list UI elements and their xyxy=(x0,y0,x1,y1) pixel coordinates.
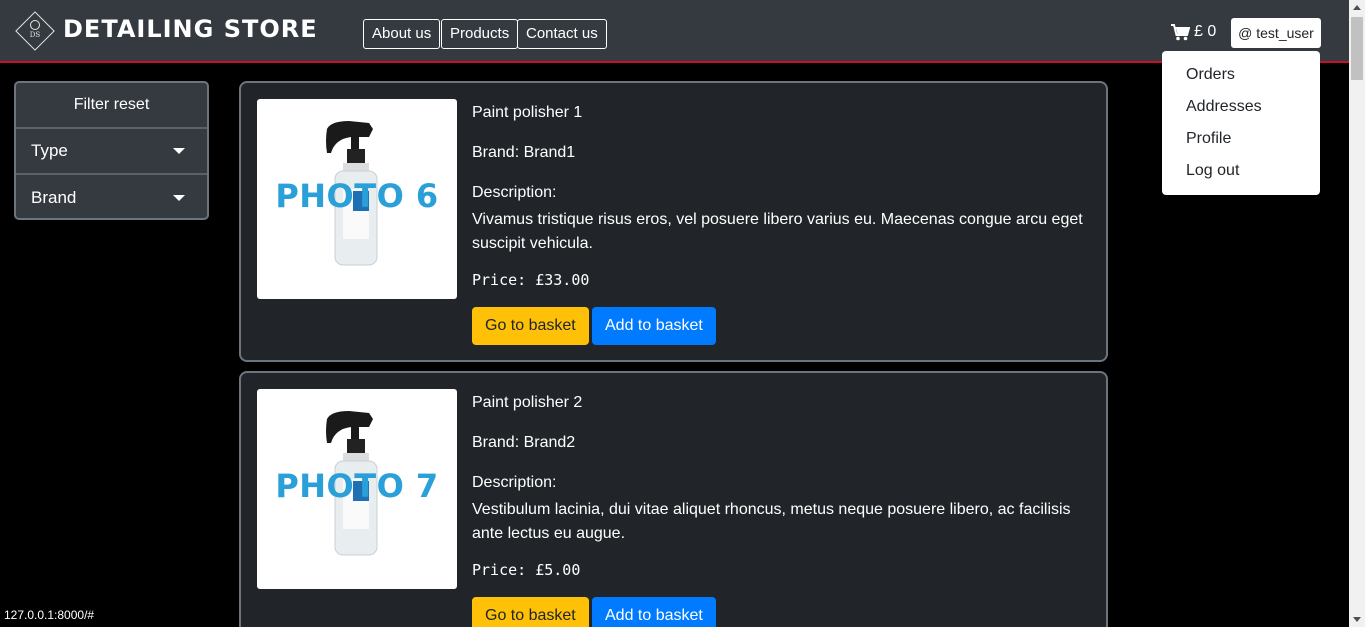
filter-type-label: Type xyxy=(31,141,68,160)
nav-about-us[interactable]: About us xyxy=(363,19,441,49)
product-brand: Brand: Brand1 xyxy=(472,144,576,161)
caret-down-icon xyxy=(173,148,185,154)
cart-link[interactable]: £ 0 xyxy=(1171,23,1216,41)
cart-amount: £ 0 xyxy=(1194,23,1217,40)
menu-item-log-out[interactable]: Log out xyxy=(1162,155,1320,187)
product-image[interactable]: PHOTO 6 xyxy=(257,99,457,299)
description-label: Description: xyxy=(472,184,557,201)
product-name: Paint polisher 1 xyxy=(472,104,583,121)
add-to-basket-button[interactable]: Add to basket xyxy=(592,597,716,627)
brand-name: DETAILING STORE xyxy=(63,15,318,43)
scroll-up-arrow-icon[interactable] xyxy=(1353,5,1361,10)
photo-placeholder-label: PHOTO 6 xyxy=(275,177,439,215)
product-card: PHOTO 7 Paint polisher 2 Brand: Brand2 D… xyxy=(239,371,1108,627)
filter-panel: Filter reset Type Brand xyxy=(14,81,209,220)
nav-products[interactable]: Products xyxy=(441,19,519,49)
filter-brand-dropdown[interactable]: Brand xyxy=(16,175,207,218)
menu-item-profile[interactable]: Profile xyxy=(1162,123,1320,155)
product-price: Price: £5.00 xyxy=(472,561,581,579)
page-scrollbar[interactable] xyxy=(1349,0,1365,627)
product-image[interactable]: PHOTO 7 xyxy=(257,389,457,589)
nav-contact-us[interactable]: Contact us xyxy=(517,19,607,49)
cart-icon xyxy=(1171,23,1190,40)
product-name: Paint polisher 2 xyxy=(472,394,583,411)
status-bar-url: 127.0.0.1:8000/# xyxy=(0,606,99,627)
filter-type-dropdown[interactable]: Type xyxy=(16,129,207,175)
go-to-basket-button[interactable]: Go to basket xyxy=(472,307,589,345)
menu-item-orders[interactable]: Orders xyxy=(1162,59,1320,91)
scrollbar-thumb[interactable] xyxy=(1351,17,1363,80)
logo-emblem-icon: DS xyxy=(15,11,55,51)
user-menu-button[interactable]: @ test_user xyxy=(1231,18,1321,48)
filter-reset-button[interactable]: Filter reset xyxy=(16,83,207,129)
description-label: Description: xyxy=(472,474,557,491)
product-card: PHOTO 6 Paint polisher 1 Brand: Brand1 D… xyxy=(239,81,1108,362)
product-price: Price: £33.00 xyxy=(472,271,590,289)
user-dropdown-menu: Orders Addresses Profile Log out xyxy=(1162,51,1320,195)
caret-down-icon xyxy=(173,195,185,201)
navbar: DS DETAILING STORE About us Products Con… xyxy=(0,0,1349,63)
brand-logo[interactable]: DS DETAILING STORE xyxy=(15,11,318,51)
go-to-basket-button[interactable]: Go to basket xyxy=(472,597,589,627)
menu-item-addresses[interactable]: Addresses xyxy=(1162,91,1320,123)
product-description: Vestibulum lacinia, dui vitae aliquet rh… xyxy=(472,501,1071,542)
photo-placeholder-label: PHOTO 7 xyxy=(275,467,439,505)
add-to-basket-button[interactable]: Add to basket xyxy=(592,307,716,345)
filter-brand-label: Brand xyxy=(31,188,77,207)
product-brand: Brand: Brand2 xyxy=(472,434,576,451)
scroll-down-arrow-icon[interactable] xyxy=(1353,617,1361,622)
product-description: Vivamus tristique risus eros, vel posuer… xyxy=(472,211,1083,252)
